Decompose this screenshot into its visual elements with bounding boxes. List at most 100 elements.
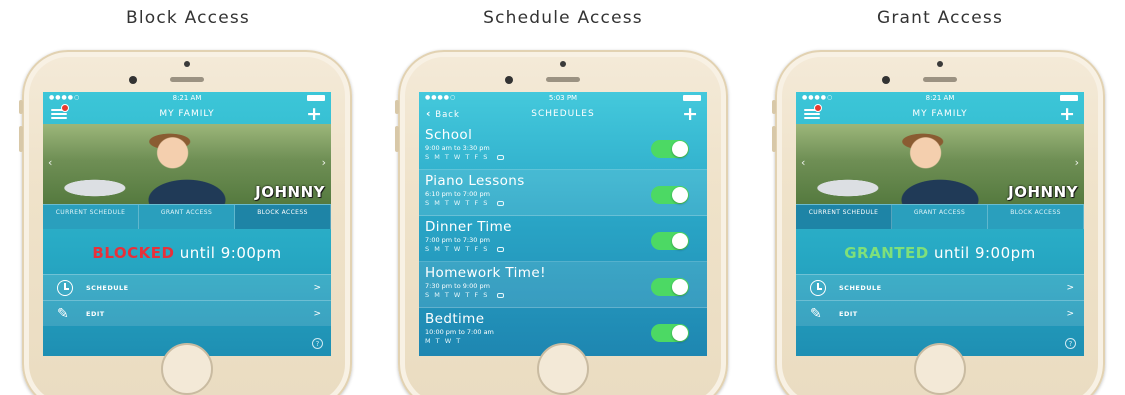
home-button[interactable] — [161, 343, 213, 395]
repeat-icon — [496, 246, 504, 252]
next-arrow-icon[interactable]: › — [1075, 156, 1079, 169]
back-button[interactable]: ‹ Back — [426, 104, 460, 125]
nav-bar: MY FAMILY + — [43, 104, 331, 124]
mute-switch — [772, 100, 776, 114]
child-name: JOHNNY — [255, 183, 325, 201]
pencil-icon: ✎ — [57, 306, 69, 322]
mute-switch — [19, 100, 23, 114]
front-camera — [882, 76, 890, 84]
schedule-days-text: M T W T — [425, 337, 462, 345]
signal-icon: ●●●●○ — [49, 94, 81, 101]
tab-current-schedule[interactable]: CURRENT SCHEDULE — [796, 205, 892, 229]
edit-label: EDIT — [86, 310, 105, 318]
sensor-dot — [560, 61, 566, 67]
block-access-screen: ●●●●○ 8:21 AM MY FAMILY + ‹ › JOHNNY CUR… — [43, 92, 331, 356]
status-until: until 9:00pm — [928, 244, 1036, 262]
schedule-row[interactable]: SCHEDULE > — [796, 274, 1084, 300]
nav-title: MY FAMILY — [159, 109, 215, 119]
tab-grant-access[interactable]: GRANT ACCESS — [139, 205, 235, 229]
sensor-dot — [937, 61, 943, 67]
schedule-label: SCHEDULE — [86, 284, 129, 292]
phone-grant-access: ●●●●○ 8:21 AM MY FAMILY + ‹ › JOHNNY CUR… — [772, 50, 1105, 395]
chevron-right-icon: > — [1066, 283, 1074, 293]
schedule-label: SCHEDULE — [839, 284, 882, 292]
schedule-item[interactable]: School 9:00 am to 3:30 pm S M T W T F S — [419, 124, 707, 170]
child-photo: ‹ › JOHNNY — [796, 124, 1084, 204]
volume-up-button — [395, 126, 399, 152]
nav-title: MY FAMILY — [912, 109, 968, 119]
access-tabs: CURRENT SCHEDULE GRANT ACCESS BLOCK ACCE… — [796, 204, 1084, 229]
clock-icon — [810, 280, 826, 296]
schedule-toggle[interactable] — [651, 186, 689, 204]
chevron-right-icon: > — [313, 309, 321, 319]
next-arrow-icon[interactable]: › — [322, 156, 326, 169]
notification-badge — [814, 104, 822, 112]
notification-badge — [61, 104, 69, 112]
access-status: GRANTED until 9:00pm — [796, 238, 1084, 268]
back-label: Back — [435, 110, 460, 120]
grant-access-heading: Grant Access — [876, 8, 1004, 28]
schedule-days-text: S M T W T F S — [425, 153, 489, 161]
help-icon[interactable]: ? — [312, 338, 323, 349]
status-word: BLOCKED — [92, 244, 175, 262]
edit-row[interactable]: ✎ EDIT > — [796, 300, 1084, 326]
edit-row[interactable]: ✎ EDIT > — [43, 300, 331, 326]
chevron-right-icon: > — [313, 283, 321, 293]
tab-grant-access[interactable]: GRANT ACCESS — [892, 205, 988, 229]
menu-icon[interactable] — [51, 104, 69, 120]
tab-block-access[interactable]: BLOCK ACCESS — [988, 205, 1084, 229]
earpiece-speaker — [170, 77, 204, 82]
schedule-item[interactable]: Dinner Time 7:00 pm to 7:30 pm S M T W T… — [419, 216, 707, 262]
schedule-toggle[interactable] — [651, 278, 689, 296]
schedule-toggle[interactable] — [651, 324, 689, 342]
add-icon[interactable]: + — [1059, 104, 1076, 124]
status-bar: ●●●●○ 8:21 AM — [796, 92, 1084, 104]
phone-block-access: ●●●●○ 8:21 AM MY FAMILY + ‹ › JOHNNY CUR… — [19, 50, 352, 395]
pencil-icon: ✎ — [810, 306, 822, 322]
repeat-icon — [496, 154, 504, 160]
add-schedule-icon[interactable]: + — [682, 104, 699, 124]
battery-icon — [307, 95, 325, 101]
schedule-toggle[interactable] — [651, 232, 689, 250]
access-tabs: CURRENT SCHEDULE GRANT ACCESS BLOCK ACCE… — [43, 204, 331, 229]
repeat-icon — [496, 200, 504, 206]
home-button[interactable] — [537, 343, 589, 395]
schedule-days-text: S M T W T F S — [425, 291, 489, 299]
earpiece-speaker — [546, 77, 580, 82]
status-word: GRANTED — [844, 244, 929, 262]
edit-label: EDIT — [839, 310, 858, 318]
home-button[interactable] — [914, 343, 966, 395]
nav-bar: MY FAMILY + — [796, 104, 1084, 124]
phone-schedule-access: ●●●●○ 5:03 PM ‹ Back SCHEDULES + School … — [395, 50, 728, 395]
tab-current-schedule[interactable]: CURRENT SCHEDULE — [43, 205, 139, 229]
front-camera — [505, 76, 513, 84]
volume-up-button — [772, 126, 776, 152]
mute-switch — [395, 100, 399, 114]
clock-icon — [57, 280, 73, 296]
child-name: JOHNNY — [1008, 183, 1078, 201]
status-time: 8:21 AM — [925, 94, 955, 102]
schedule-days-text: S M T W T F S — [425, 199, 489, 207]
status-time: 5:03 PM — [548, 94, 578, 102]
block-access-heading: Block Access — [126, 8, 250, 28]
child-photo: ‹ › JOHNNY — [43, 124, 331, 204]
schedules-screen: ●●●●○ 5:03 PM ‹ Back SCHEDULES + School … — [419, 92, 707, 356]
signal-icon: ●●●●○ — [425, 94, 457, 101]
schedule-item[interactable]: Homework Time! 7:30 pm to 9:00 pm S M T … — [419, 262, 707, 308]
grant-access-screen: ●●●●○ 8:21 AM MY FAMILY + ‹ › JOHNNY CUR… — [796, 92, 1084, 356]
schedule-row[interactable]: SCHEDULE > — [43, 274, 331, 300]
prev-arrow-icon[interactable]: ‹ — [48, 156, 52, 169]
sensor-dot — [184, 61, 190, 67]
add-icon[interactable]: + — [306, 104, 323, 124]
earpiece-speaker — [923, 77, 957, 82]
volume-up-button — [19, 126, 23, 152]
help-icon[interactable]: ? — [1065, 338, 1076, 349]
schedule-toggle[interactable] — [651, 140, 689, 158]
prev-arrow-icon[interactable]: ‹ — [801, 156, 805, 169]
schedule-item[interactable]: Piano Lessons 6:10 pm to 7:00 pm S M T W… — [419, 170, 707, 216]
menu-icon[interactable] — [804, 104, 822, 120]
tab-block-access[interactable]: BLOCK ACCESS — [235, 205, 331, 229]
front-camera — [129, 76, 137, 84]
battery-icon — [683, 95, 701, 101]
status-bar: ●●●●○ 8:21 AM — [43, 92, 331, 104]
